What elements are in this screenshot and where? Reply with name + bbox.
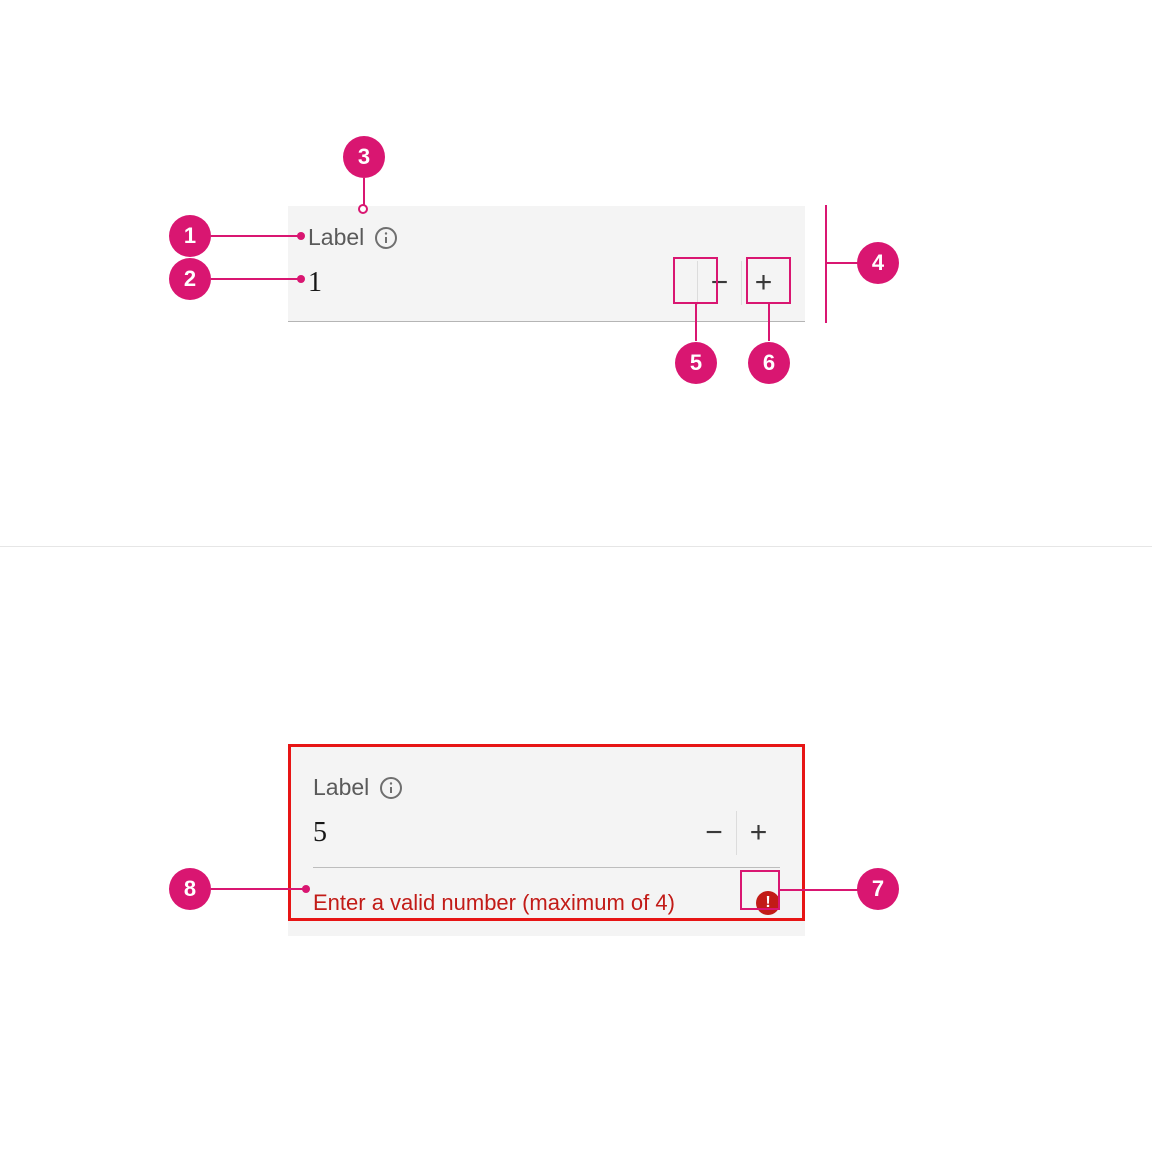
decrement-button[interactable]: − — [697, 261, 741, 305]
callout-leader — [363, 178, 365, 207]
value-row: 5 − + — [313, 811, 780, 868]
info-icon[interactable] — [379, 776, 403, 800]
number-input-component-error: Label 5 − + Enter a valid number (maximu… — [288, 744, 805, 936]
callout-dot — [358, 204, 368, 214]
callout-leader — [211, 235, 299, 237]
minus-icon: − — [705, 818, 723, 848]
callout-bracket — [825, 205, 827, 323]
stepper-controls: − + — [692, 811, 780, 855]
callout-leader — [768, 304, 770, 341]
field-label: Label — [308, 224, 364, 251]
stepper-controls: − + — [697, 261, 785, 305]
label-row: Label — [308, 224, 785, 251]
callout-leader — [211, 278, 299, 280]
callout-badge-7: 7 — [857, 868, 899, 910]
error-icon: ! — [756, 891, 780, 915]
callout-badge-1: 1 — [169, 215, 211, 257]
number-input-value[interactable]: 1 — [308, 267, 697, 299]
callout-badge-8: 8 — [169, 868, 211, 910]
plus-icon: + — [750, 818, 768, 848]
plus-icon: + — [755, 268, 773, 298]
value-row: 1 − + — [308, 261, 785, 305]
section-divider — [0, 546, 1152, 547]
number-input-value[interactable]: 5 — [313, 817, 692, 849]
callout-leader — [695, 304, 697, 341]
callout-badge-4: 4 — [857, 242, 899, 284]
callout-leader — [211, 888, 304, 890]
error-message: Enter a valid number (maximum of 4) — [313, 890, 675, 916]
field-label: Label — [313, 774, 369, 801]
increment-button[interactable]: + — [741, 261, 785, 305]
callout-dot — [297, 275, 305, 283]
number-input-component: Label 1 − + — [288, 206, 805, 322]
callout-badge-6: 6 — [748, 342, 790, 384]
callout-badge-3: 3 — [343, 136, 385, 178]
callout-badge-5: 5 — [675, 342, 717, 384]
increment-button[interactable]: + — [736, 811, 780, 855]
callout-badge-2: 2 — [169, 258, 211, 300]
decrement-button[interactable]: − — [692, 811, 736, 855]
info-icon[interactable] — [374, 226, 398, 250]
error-row: Enter a valid number (maximum of 4) ! — [313, 890, 780, 916]
callout-leader — [825, 262, 858, 264]
minus-icon: − — [711, 268, 729, 298]
callout-dot — [302, 885, 310, 893]
callout-dot — [297, 232, 305, 240]
label-row: Label — [313, 774, 780, 801]
callout-leader — [780, 889, 858, 891]
